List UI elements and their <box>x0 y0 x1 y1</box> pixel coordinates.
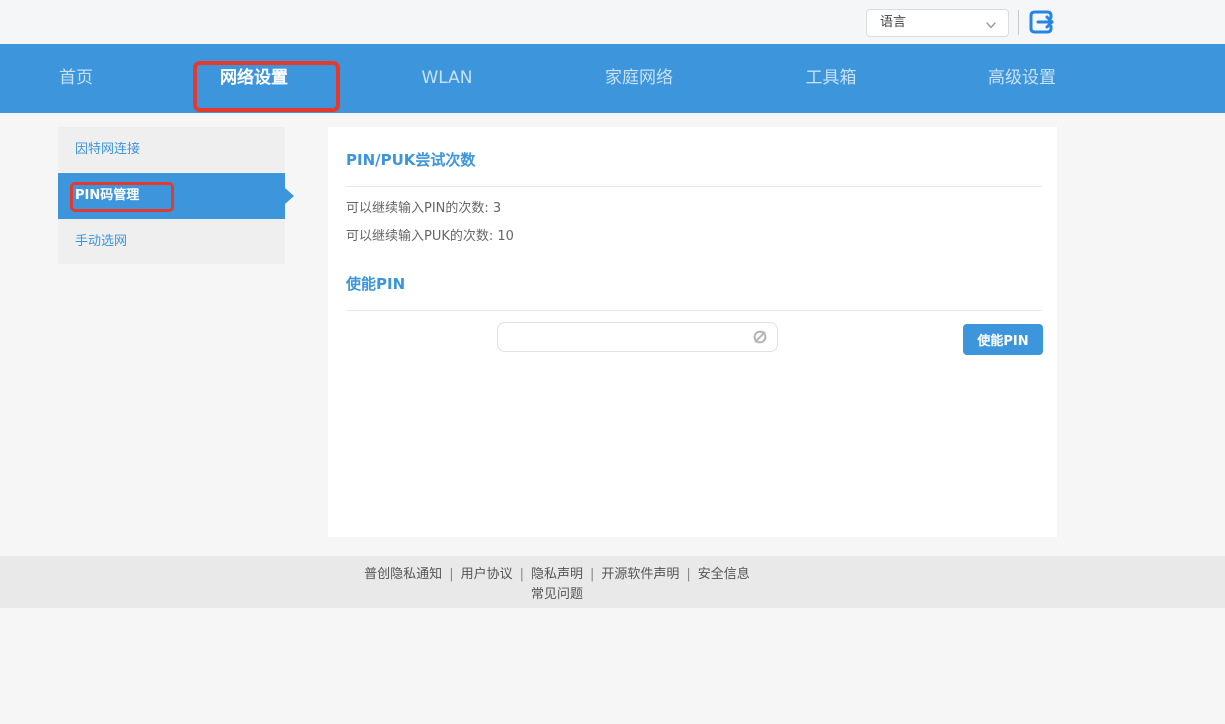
pin-input-wrap <box>497 322 778 352</box>
nav-item-network-settings[interactable]: 网络设置 <box>220 44 288 113</box>
enable-pin-button[interactable]: 使能PIN <box>963 324 1043 355</box>
nav-item-toolbox[interactable]: 工具箱 <box>806 44 857 113</box>
eye-off-icon[interactable] <box>751 328 769 346</box>
footer-link-open-source[interactable]: 开源软件声明 <box>601 567 679 582</box>
footer-separator: | <box>520 567 524 582</box>
footer-links-row: 普创隐私通知 | 用户协议 | 隐私声明 | 开源软件声明 | 安全信息 <box>0 565 1114 584</box>
footer-link-security-info[interactable]: 安全信息 <box>698 567 750 582</box>
sidebar-item-internet-connection[interactable]: 因特网连接 <box>58 127 285 173</box>
pin-input[interactable] <box>497 322 778 352</box>
nav-item-advanced-settings[interactable]: 高级设置 <box>988 44 1056 113</box>
sidebar: 因特网连接 PIN码管理 手动选网 <box>58 127 285 265</box>
puk-attempts-remaining-text: 可以继续输入PUK的次数: 10 <box>346 225 514 244</box>
footer-separator: | <box>590 567 594 582</box>
pin-attempts-remaining-text: 可以继续输入PIN的次数: 3 <box>346 197 501 216</box>
sidebar-item-label: 因特网连接 <box>75 142 140 157</box>
footer-links-block: 普创隐私通知 | 用户协议 | 隐私声明 | 开源软件声明 | 安全信息 常见问题 <box>0 565 1114 604</box>
language-dropdown[interactable]: 语言 <box>866 9 1009 37</box>
enable-pin-section-title: 使能PIN <box>346 273 405 294</box>
nav-item-home-network[interactable]: 家庭网络 <box>605 44 673 113</box>
chevron-down-icon <box>984 16 998 30</box>
sidebar-item-manual-network-select[interactable]: 手动选网 <box>58 219 285 265</box>
sidebar-item-label: 手动选网 <box>75 234 127 249</box>
main-nav-bar: 首页 网络设置 WLAN 家庭网络 工具箱 高级设置 <box>0 44 1225 113</box>
header-divider <box>1018 10 1019 35</box>
top-header-bar: 语言 <box>0 0 1225 44</box>
nav-item-home[interactable]: 首页 <box>59 44 93 113</box>
logout-icon[interactable] <box>1026 6 1058 38</box>
sidebar-item-pin-management[interactable]: PIN码管理 <box>58 173 285 219</box>
divider <box>346 186 1042 187</box>
footer-link-privacy-notice[interactable]: 普创隐私通知 <box>364 567 442 582</box>
attempts-section-title: PIN/PUK尝试次数 <box>346 149 475 170</box>
footer-separator: | <box>686 567 690 582</box>
footer: 普创隐私通知 | 用户协议 | 隐私声明 | 开源软件声明 | 安全信息 常见问题 <box>0 556 1225 608</box>
footer-link-faq[interactable]: 常见问题 <box>531 587 583 602</box>
sidebar-item-label: PIN码管理 <box>75 188 139 203</box>
nav-item-wlan[interactable]: WLAN <box>421 44 472 113</box>
footer-link-privacy-statement[interactable]: 隐私声明 <box>531 567 583 582</box>
footer-separator: | <box>449 567 453 582</box>
divider <box>346 310 1042 311</box>
footer-link-user-agreement[interactable]: 用户协议 <box>461 567 513 582</box>
language-dropdown-label: 语言 <box>880 15 906 30</box>
content-card: PIN/PUK尝试次数 可以继续输入PIN的次数: 3 可以继续输入PUK的次数… <box>328 127 1057 537</box>
